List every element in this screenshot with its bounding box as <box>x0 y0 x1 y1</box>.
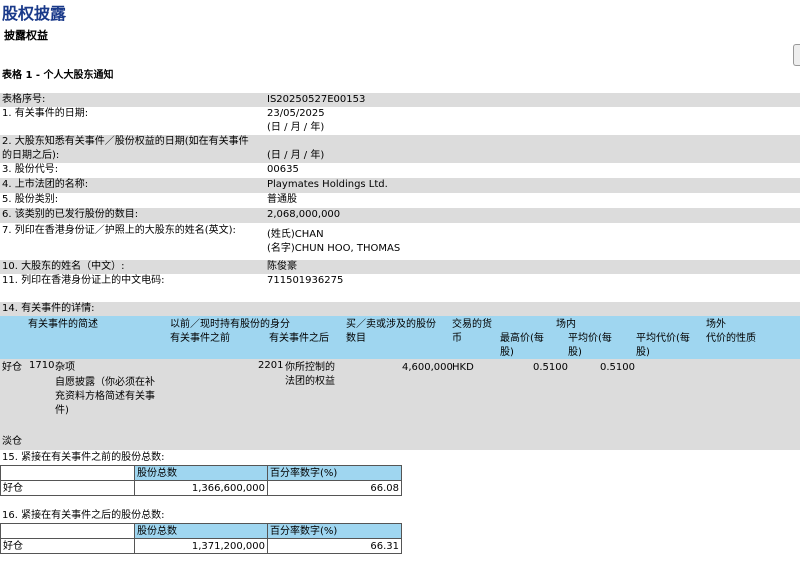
shares-involved: 4,600,000 <box>402 362 453 373</box>
event-desc-line2: 自愿披露（你必须在补 <box>55 377 155 388</box>
field-label: 6. 该类别的已发行股份的数目: <box>2 209 139 220</box>
field-label: 10. 大股东的姓名（中文）: <box>2 261 125 272</box>
header-avg-consideration-cont: 股) <box>636 347 650 358</box>
percentage: 66.31 <box>267 538 402 554</box>
header-capacity: 以前／现时持有股份的身分 <box>170 319 290 330</box>
field-row-english-name: 7. 列印在香港身份证／护照上的大股东的姓名(英文): (姓氏)CHAN (名字… <box>0 224 800 260</box>
col-shares: 股份总数 <box>134 465 268 481</box>
field-label: 1. 有关事件的日期: <box>2 108 89 119</box>
header-highest: 最高价(每 <box>500 333 544 344</box>
capacity-desc: 你所控制的 <box>285 362 335 373</box>
before-title-row: 15. 紧接在有关事件之前的股份总数: <box>0 451 800 465</box>
field-row-event-date: 1. 有关事件的日期: 23/05/2025 (日 / 月 / 年) <box>0 107 800 135</box>
sub-title: 披露权益 <box>4 29 48 42</box>
header-before: 有关事件之前 <box>170 333 230 344</box>
col-percent: 百分率数字(%) <box>267 523 402 539</box>
header-on-exchange: 场内 <box>556 319 576 330</box>
header-shares-cont: 数目 <box>346 333 366 344</box>
field-value: 普通股 <box>267 194 297 205</box>
field-label: 7. 列印在香港身份证／护照上的大股东的姓名(英文): <box>2 225 236 236</box>
field-row-form-serial: 表格序号: IS20250527E00153 <box>0 93 800 107</box>
field-value: 23/05/2025 <box>267 108 325 119</box>
header-nature: 代价的性质 <box>706 333 756 344</box>
event-desc: 杂项 <box>55 362 75 373</box>
field-value-given-name: (名字)CHUN HOO, THOMAS <box>267 243 401 254</box>
field-value: 2,068,000,000 <box>267 209 341 220</box>
field-row-share-class: 5. 股份类别: 普通股 <box>0 193 800 208</box>
details-header: 有关事件的简述 以前／现时持有股份的身分 有关事件之前 有关事件之后 买／卖或涉… <box>0 316 800 359</box>
after-title-row: 16. 紧接在有关事件之后的股份总数: <box>0 509 800 523</box>
field-row-issued-shares: 6. 该类别的已发行股份的数目: 2,068,000,000 <box>0 208 800 223</box>
field-label: 5. 股份类别: <box>2 194 59 205</box>
percentage: 66.08 <box>267 480 402 496</box>
after-total-table: 股份总数 百分率数字(%) 好仓 1,371,200,000 66.31 <box>0 523 402 554</box>
header-off-exchange: 场外 <box>706 319 726 330</box>
field-label: 3. 股份代号: <box>2 164 59 175</box>
field-row-stock-code: 3. 股份代号: 00635 <box>0 163 800 178</box>
header-after: 有关事件之后 <box>269 333 329 344</box>
field-label: 4. 上市法团的名称: <box>2 179 89 190</box>
row-label: 好仓 <box>0 538 135 554</box>
field-value: 00635 <box>267 164 299 175</box>
row-label: 好仓 <box>0 480 135 496</box>
section-title: 16. 紧接在有关事件之后的股份总数: <box>2 510 165 521</box>
position-short: 淡仓 <box>2 436 22 447</box>
empty-cell <box>0 523 135 539</box>
event-desc-line4: 件) <box>55 405 69 416</box>
field-label: 11. 列印在香港身份证上的中文电码: <box>2 275 165 286</box>
average-price: 0.5100 <box>600 362 635 373</box>
page-title: 股权披露 <box>2 4 67 23</box>
field-note: (日 / 月 / 年) <box>267 122 325 133</box>
field-value: IS20250527E00153 <box>267 94 366 105</box>
header-avg: 平均价(每 <box>568 333 612 344</box>
field-row-chinese-code: 11. 列印在香港身份证上的中文电码: 711501936275 <box>0 274 800 289</box>
empty-cell <box>0 465 135 481</box>
field-value-surname: (姓氏)CHAN <box>267 229 324 240</box>
event-desc-line3: 充资料方格简述有关事 <box>55 391 155 402</box>
scrollbar-handle[interactable] <box>793 44 800 66</box>
total-shares: 1,371,200,000 <box>134 538 268 554</box>
header-currency: 交易的货 <box>452 319 492 330</box>
field-value: 陈俊豪 <box>267 261 297 272</box>
header-currency-cont: 币 <box>452 333 462 344</box>
header-avg-cont: 股) <box>568 347 582 358</box>
highest-price: 0.5100 <box>533 362 568 373</box>
section-title: 14. 有关事件的详情: <box>2 303 95 314</box>
field-row-aware-date: 2. 大股东知悉有关事件／股份权益的日期(如在有关事件 的日期之后): (日 /… <box>0 135 800 163</box>
col-shares: 股份总数 <box>134 523 268 539</box>
header-highest-cont: 股) <box>500 347 514 358</box>
before-total-table: 股份总数 百分率数字(%) 好仓 1,366,600,000 66.08 <box>0 465 402 496</box>
col-percent: 百分率数字(%) <box>267 465 402 481</box>
event-code: 1710 <box>29 360 55 371</box>
field-label: 表格序号: <box>2 94 46 105</box>
capacity-code: 2201 <box>258 360 284 371</box>
details-body: 好仓 1710 杂项 自愿披露（你必须在补 充资料方格简述有关事 件) 2201… <box>0 359 800 450</box>
field-value: 711501936275 <box>267 275 344 286</box>
field-value: Playmates Holdings Ltd. <box>267 179 388 190</box>
form-title: 表格 1 - 个人大股东通知 <box>2 70 114 81</box>
field-row-chinese-name: 10. 大股东的姓名（中文）: 陈俊豪 <box>0 260 800 274</box>
currency: HKD <box>452 362 474 373</box>
details-title-row: 14. 有关事件的详情: <box>0 302 800 316</box>
header-avg-consideration: 平均代价(每 <box>636 333 690 344</box>
field-label-cont: 的日期之后): <box>2 150 60 161</box>
position-long: 好仓 <box>2 362 22 373</box>
header-event: 有关事件的简述 <box>28 319 98 330</box>
section-title: 15. 紧接在有关事件之前的股份总数: <box>2 452 165 463</box>
total-shares: 1,366,600,000 <box>134 480 268 496</box>
header-shares: 买／卖或涉及的股份 <box>346 319 436 330</box>
field-label: 2. 大股东知悉有关事件／股份权益的日期(如在有关事件 <box>2 136 249 147</box>
capacity-desc-line2: 法团的权益 <box>285 376 335 387</box>
field-row-corporation: 4. 上市法团的名称: Playmates Holdings Ltd. <box>0 178 800 193</box>
field-note: (日 / 月 / 年) <box>267 150 325 161</box>
